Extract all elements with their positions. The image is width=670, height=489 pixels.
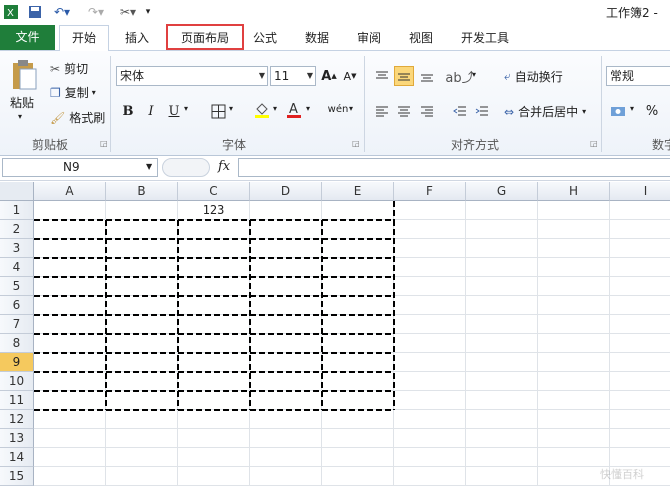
wrap-text-icon: ⤶ [504,69,511,83]
copy-dropdown-icon[interactable]: ▾ [92,88,96,97]
underline-button[interactable]: U [164,101,184,121]
tab-insert[interactable]: 插入 [116,27,158,49]
font-name-value: 宋体 [120,69,145,83]
shrink-font-icon[interactable]: A ▼ [340,66,360,86]
copy-label: 复制 [64,86,89,100]
accounting-format-icon[interactable] [608,101,628,121]
font-color-icon[interactable]: A [284,100,304,120]
divider [364,56,365,152]
accounting-dropdown-icon[interactable]: ▾ [630,104,634,113]
svg-text:A: A [289,102,298,117]
font-color-dropdown-icon[interactable]: ▾ [306,104,310,113]
paintbrush-icon: 🖌 [50,110,66,125]
cut-label: 剪切 [64,62,89,76]
italic-button[interactable]: I [141,101,161,121]
paste-dropdown-icon[interactable]: ▾ [18,112,22,121]
name-box-dropdown-icon[interactable]: ▼ [146,162,152,171]
align-right-icon[interactable] [417,101,437,121]
tab-data[interactable]: 数据 [298,27,336,49]
divider [601,56,602,152]
merge-center-button[interactable]: ⇔ 合并后居中 ▾ [504,103,586,120]
align-bottom-icon[interactable] [417,66,437,86]
bold-button[interactable]: B [118,101,138,121]
align-left-icon[interactable] [372,101,392,121]
align-middle-icon[interactable] [394,66,414,86]
fill-color-icon[interactable] [252,100,272,120]
clipboard-group-label: 剪贴板 [31,138,68,152]
merge-icon: ⇔ [504,104,515,119]
alignment-launcher-icon[interactable]: ◲ [590,139,598,148]
title-bar: X ↶▾ ↷▾ ✂▾ ▾ 工作簿2 - [0,0,670,24]
merge-center-label: 合并后居中 [518,105,579,119]
grow-font-icon[interactable]: A ▲ [319,66,339,86]
fill-color-dropdown-icon[interactable]: ▾ [273,104,277,113]
copy-icon: ❐ [50,85,61,100]
tab-view[interactable]: 视图 [402,27,440,49]
increase-indent-icon[interactable] [472,101,492,121]
wrap-text-label: 自动换行 [514,70,563,84]
divider [110,56,111,152]
font-size-select[interactable]: 11 ▼ [270,66,316,86]
formula-input[interactable] [238,158,670,177]
borders-dropdown-icon[interactable]: ▾ [229,104,233,113]
tab-home[interactable]: 开始 [59,25,109,51]
borders-icon[interactable] [208,101,228,121]
format-painter-label: 格式刷 [69,111,106,125]
font-group-label: 字体 [221,138,246,152]
watermark-text: 快懂百科 [600,468,644,481]
window-title: 工作簿2 - [606,6,658,20]
excel-logo-icon: X [2,3,20,20]
dashed-border-overlay [34,201,395,411]
paste-icon[interactable] [8,58,40,92]
chevron-down-icon: ▼ [258,71,265,80]
number-format-select[interactable]: 常规 [606,66,670,86]
chevron-down-icon: ▼ [306,71,313,80]
customize-quick-access-icon[interactable]: ▾ [142,3,154,20]
tab-developer[interactable]: 开发工具 [452,27,518,49]
decrease-indent-icon[interactable] [450,101,470,121]
font-name-select[interactable]: 宋体 ▼ [116,66,268,86]
undo-icon[interactable]: ↶▾ [48,3,76,20]
highlight-box [166,24,244,50]
spreadsheet-grid[interactable]: ABCDEFGHI 1 2 3 4 5 6 7 8 9 10 11 12 13 14 15 123 [0,182,670,489]
cut-button[interactable]: ✂ 剪切 [50,60,88,77]
save-icon[interactable] [26,3,44,20]
paste-button[interactable]: 粘贴 [10,94,34,111]
font-size-value: 11 [274,69,290,83]
alignment-group-label: 对齐方式 [450,138,499,152]
tab-review[interactable]: 审阅 [350,27,388,49]
underline-dropdown-icon[interactable]: ▾ [184,104,188,113]
copy-button[interactable]: ❐ 复制 ▾ [50,84,96,101]
align-top-icon[interactable] [372,66,392,86]
number-group-label: 数字 [652,138,670,152]
orientation-dropdown-icon[interactable]: ▾ [472,70,476,79]
phonetic-dropdown-icon[interactable]: ▾ [349,104,353,113]
tab-formulas[interactable]: 公式 [246,27,284,49]
scissors-icon: ✂ [50,61,61,76]
redo-icon[interactable]: ↷▾ [82,3,110,20]
tools-icon[interactable]: ✂▾ [114,3,142,20]
align-center-icon[interactable] [394,101,414,121]
svg-text:X: X [7,8,14,19]
wrap-text-button[interactable]: ⤶ 自动换行 [504,68,563,85]
font-launcher-icon[interactable]: ◲ [352,139,360,148]
insert-function-button[interactable]: fx [218,159,230,174]
formula-bar-resize-handle[interactable] [162,158,210,177]
tab-file[interactable]: 文件 [0,25,55,50]
phonetic-icon[interactable]: wén [328,99,349,119]
format-painter-button[interactable]: 🖌 格式刷 [50,109,105,126]
clipboard-launcher-icon[interactable]: ◲ [100,139,108,148]
number-format-value: 常规 [610,69,635,83]
percent-button[interactable]: % [642,101,662,121]
name-box[interactable]: N9 [2,158,158,177]
merge-dropdown-icon[interactable]: ▾ [582,107,586,116]
orientation-icon[interactable]: ab⤴ [445,66,474,86]
